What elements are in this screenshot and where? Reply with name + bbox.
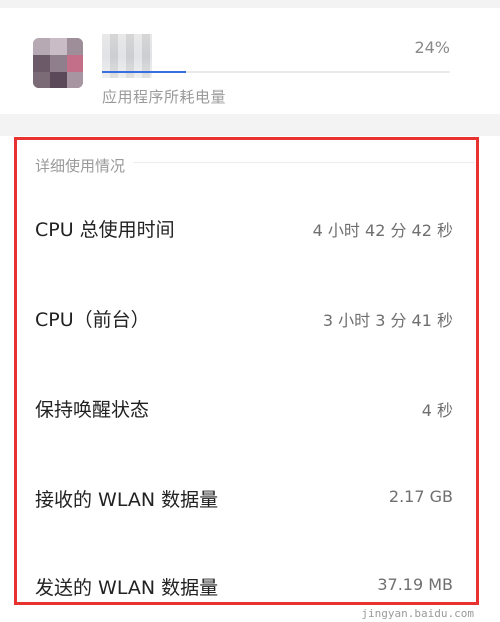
stat-label: 发送的 WLAN 数据量	[35, 577, 219, 599]
app-icon-mosaic	[33, 72, 50, 88]
stat-value: 37.19 MB	[377, 575, 453, 594]
stat-row-wlan-received[interactable]: 接收的 WLAN 数据量 2.17 GB	[17, 477, 476, 517]
stat-value: 4 秒	[421, 401, 453, 420]
stat-row-keep-awake[interactable]: 保持唤醒状态 4 秒	[17, 387, 476, 427]
stat-value: 4 小时 42 分 42 秒	[312, 221, 453, 240]
stat-label: CPU 总使用时间	[35, 219, 175, 241]
stat-row-wlan-sent[interactable]: 发送的 WLAN 数据量 37.19 MB	[17, 565, 476, 602]
app-icon-mosaic	[67, 38, 83, 55]
app-usage-row[interactable]: 24% 应用程序所耗电量	[0, 8, 500, 108]
stat-label: 接收的 WLAN 数据量	[35, 489, 219, 511]
app-icon-mosaic	[50, 72, 67, 88]
app-icon-mosaic	[50, 38, 67, 55]
app-icon-mosaic	[67, 72, 83, 88]
battery-percent: 24%	[414, 38, 450, 57]
app-icon-mosaic	[50, 55, 67, 72]
battery-usage-bar-fill	[102, 71, 186, 73]
stat-row-cpu-foreground[interactable]: CPU（前台） 3 小时 3 分 41 秒	[17, 297, 476, 337]
app-icon-mosaic	[33, 38, 50, 55]
stat-row-cpu-total[interactable]: CPU 总使用时间 4 小时 42 分 42 秒	[17, 207, 476, 247]
stat-label: 保持唤醒状态	[35, 399, 150, 421]
stat-label: CPU（前台）	[35, 309, 150, 331]
stat-value: 2.17 GB	[388, 487, 453, 506]
watermark-text: jingyan.baidu.com	[361, 607, 474, 620]
section-divider	[0, 114, 500, 136]
battery-usage-bar	[102, 71, 450, 73]
app-subtitle: 应用程序所耗电量	[102, 88, 227, 106]
app-icon	[33, 38, 83, 88]
app-icon-mosaic	[33, 55, 50, 72]
top-divider-strip	[0, 0, 500, 8]
section-header: 详细使用情况	[35, 155, 134, 176]
app-icon-mosaic	[67, 55, 83, 72]
stat-value: 3 小时 3 分 41 秒	[322, 311, 453, 330]
detailed-usage-section: 详细使用情况 CPU 总使用时间 4 小时 42 分 42 秒 CPU（前台） …	[14, 137, 479, 605]
